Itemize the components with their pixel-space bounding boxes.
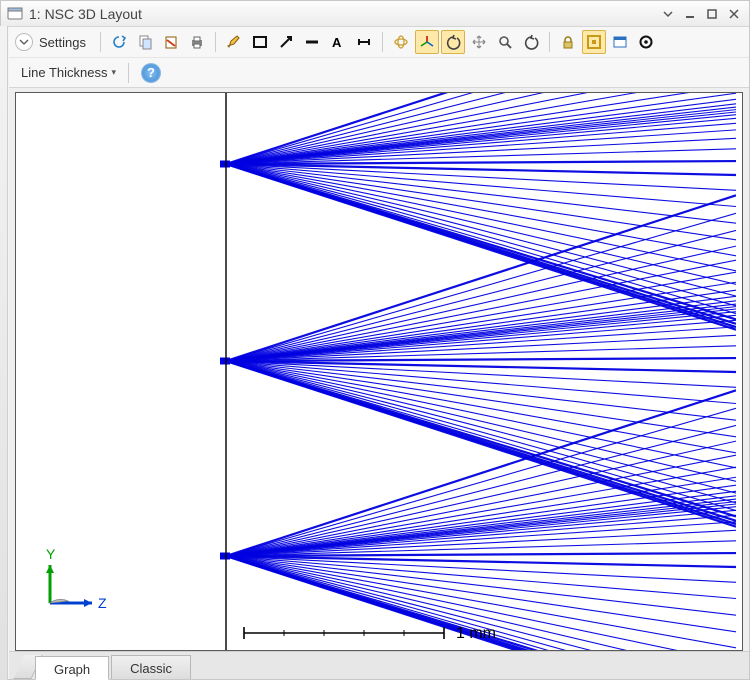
pan-icon[interactable] [467,30,491,54]
settings-expander[interactable] [15,33,33,51]
toolbar-row-1: Settings A [9,27,749,57]
axis-y-label: Y [46,546,56,562]
tab-graph-label: Graph [54,662,90,677]
rotate3d-icon[interactable] [389,30,413,54]
rectangle-icon[interactable] [248,30,272,54]
svg-text:A: A [332,35,342,50]
measure-icon[interactable] [352,30,376,54]
lock-icon[interactable] [556,30,580,54]
tab-graph[interactable]: Graph [35,656,109,680]
separator [128,63,129,83]
arrow-icon[interactable] [274,30,298,54]
axes3d-icon[interactable] [415,30,439,54]
tab-strip: Graph Classic [9,651,749,679]
line-thickness-label: Line Thickness [21,65,107,80]
tab-classic[interactable]: Classic [111,655,191,679]
scale-label: 1 mm [456,625,496,642]
axis-z-label: Z [98,595,107,611]
line-thickness-dropdown[interactable]: Line Thickness ▾ [15,61,122,85]
window-icon[interactable] [608,30,632,54]
separator [100,32,101,52]
close-button[interactable] [725,6,743,22]
line-icon[interactable] [300,30,324,54]
ray-trace-canvas: Y Z 1 mm [16,93,736,651]
axis-triad: Y Z [46,546,107,611]
export-icon[interactable] [159,30,183,54]
refresh-icon[interactable] [107,30,131,54]
window-app-icon [7,6,23,22]
pencil-icon[interactable] [222,30,246,54]
app-window: 1: NSC 3D Layout Settings A [0,0,750,680]
dropdown-button[interactable] [659,6,677,22]
scale-bar: 1 mm [244,625,496,642]
undo-rotate-icon[interactable] [441,30,465,54]
separator [382,32,383,52]
reset-icon[interactable] [634,30,658,54]
window-title: 1: NSC 3D Layout [29,6,655,22]
zoom-icon[interactable] [493,30,517,54]
toolbar-row-2: Line Thickness ▾ ? [9,57,749,87]
toolbars: Settings A [9,27,749,88]
separator [549,32,550,52]
chevron-down-icon: ▾ [111,67,116,78]
tab-classic-label: Classic [130,661,172,676]
title-bar: 1: NSC 3D Layout [1,1,749,27]
minimize-button[interactable] [681,6,699,22]
maximize-button[interactable] [703,6,721,22]
fit-icon[interactable] [582,30,606,54]
text-icon[interactable]: A [326,30,350,54]
left-gutter [0,26,8,680]
viewport[interactable]: Y Z 1 mm [15,92,743,651]
help-button[interactable]: ? [141,63,161,83]
separator [215,32,216,52]
viewport-container: Y Z 1 mm [9,88,749,651]
settings-label[interactable]: Settings [39,35,86,50]
print-icon[interactable] [185,30,209,54]
undo-zoom-icon[interactable] [519,30,543,54]
copy-icon[interactable] [133,30,157,54]
